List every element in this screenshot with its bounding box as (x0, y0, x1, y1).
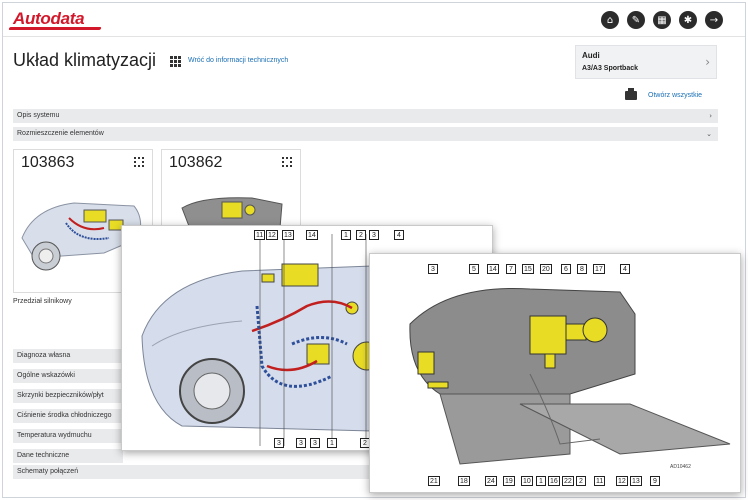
autodata-logo[interactable]: Autodata (13, 9, 85, 29)
thumbnail-caption: Przedział silnikowy (13, 298, 72, 305)
callout-label: 2 (356, 230, 366, 240)
thumbnail-id: 103862 (169, 154, 223, 171)
top-bar: Autodata ⌂ ✎ ▦ ✱ → (3, 3, 745, 37)
accordion-system-description[interactable]: Opis systemu › (13, 109, 718, 123)
chevron-right-icon: › (705, 55, 710, 69)
section-general-notes[interactable]: Ogólne wskazówki (13, 369, 123, 383)
fullscreen-icon[interactable] (282, 157, 292, 167)
callout-label: 22 (562, 476, 574, 486)
expand-all-link[interactable]: Otwórz wszystkie (648, 92, 702, 99)
top-icon-bar: ⌂ ✎ ▦ ✱ → (601, 11, 723, 29)
callout-label: 13 (630, 476, 642, 486)
chevron-right-icon: › (709, 112, 712, 120)
section-technical-data[interactable]: Dane techniczne (13, 449, 123, 463)
callout-label: 4 (394, 230, 404, 240)
page-title: Układ klimatyzacji (13, 50, 157, 70)
callout-label: 11 (594, 476, 606, 486)
callout-label: 6 (561, 264, 571, 274)
accordion-label: Opis systemu (17, 112, 60, 119)
logo-underline (8, 27, 102, 30)
callout-label: 10 (521, 476, 533, 486)
logout-icon[interactable]: → (705, 11, 723, 29)
dashboard-diagram-popup[interactable]: 3 5 14 7 15 20 6 8 17 4 21 18 24 19 10 1… (369, 253, 741, 493)
wrench-icon[interactable]: ✎ (627, 11, 645, 29)
chevron-down-icon: ⌄ (706, 130, 712, 138)
section-fuse-boxes[interactable]: Skrzynki bezpieczników/płyt (13, 389, 123, 403)
callout-label: 17 (593, 264, 605, 274)
vehicle-selector[interactable]: Audi A3/A3 Sportback › (575, 45, 717, 79)
callout-label: 1 (341, 230, 351, 240)
callout-label: 3 (274, 438, 284, 448)
callout-label: 13 (282, 230, 294, 240)
section-self-diagnosis[interactable]: Diagnoza własna (13, 349, 123, 363)
callout-label: 3 (310, 438, 320, 448)
callout-label: 15 (522, 264, 534, 274)
accordion-label: Rozmieszczenie elementów (17, 130, 104, 137)
accordion-label: Schematy połączeń (17, 468, 79, 475)
callout-label: 8 (577, 264, 587, 274)
callout-label: 4 (620, 264, 630, 274)
callout-label: 3 (369, 230, 379, 240)
diagram-code: AD10462 (670, 464, 691, 470)
accordion-component-location[interactable]: Rozmieszczenie elementów ⌄ (13, 127, 718, 141)
callout-label: 11 (254, 230, 266, 240)
section-outlet-temperature[interactable]: Temperatura wydmuchu (13, 429, 123, 443)
callout-label: 24 (485, 476, 497, 486)
callout-label: 9 (650, 476, 660, 486)
callout-label: 18 (458, 476, 470, 486)
callout-label: 7 (506, 264, 516, 274)
dashboard-diagram (409, 287, 731, 465)
callout-label: 12 (266, 230, 278, 240)
grid-icon[interactable] (170, 56, 181, 67)
callout-label: 21 (428, 476, 440, 486)
callout-label: 20 (540, 264, 552, 274)
callout-label: 16 (548, 476, 560, 486)
back-to-technical-info-link[interactable]: Wróć do informacji technicznych (188, 57, 288, 64)
gear-icon[interactable]: ✱ (679, 11, 697, 29)
vehicle-make: Audi (582, 51, 600, 60)
callout-label: 2 (576, 476, 586, 486)
section-refrigerant-pressure[interactable]: Ciśnienie środka chłodniczego (13, 409, 123, 423)
callout-label: 19 (503, 476, 515, 486)
calculator-icon[interactable]: ▦ (653, 11, 671, 29)
callout-label: 14 (306, 230, 318, 240)
callout-label: 12 (616, 476, 628, 486)
vehicle-model: A3/A3 Sportback (582, 65, 639, 72)
callout-label: 14 (487, 264, 499, 274)
home-icon[interactable]: ⌂ (601, 11, 619, 29)
callout-label: 1 (536, 476, 546, 486)
callout-label: 3 (296, 438, 306, 448)
thumbnail-id: 103863 (21, 154, 75, 171)
callout-label: 3 (428, 264, 438, 274)
fullscreen-icon[interactable] (134, 157, 144, 167)
app-window: Autodata ⌂ ✎ ▦ ✱ → Układ klimatyzacji Wr… (2, 2, 746, 498)
print-icon[interactable] (625, 88, 637, 100)
callout-label: 1 (327, 438, 337, 448)
callout-label: 5 (469, 264, 479, 274)
